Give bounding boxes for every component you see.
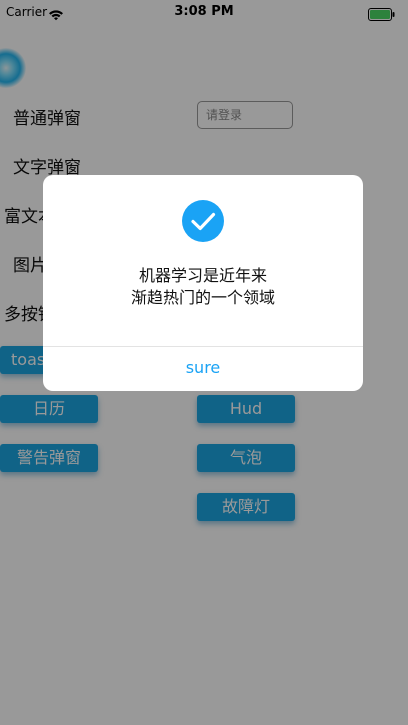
dialog-message: 机器学习是近年来 渐趋热门的一个领域 <box>43 265 363 309</box>
dialog-message-line-1: 机器学习是近年来 <box>138 266 267 285</box>
dialog-message-line-2: 渐趋热门的一个领域 <box>130 288 275 307</box>
sure-button[interactable]: sure <box>43 347 363 391</box>
checkmark-icon <box>182 200 224 242</box>
alert-dialog: 机器学习是近年来 渐趋热门的一个领域 sure <box>43 175 363 391</box>
